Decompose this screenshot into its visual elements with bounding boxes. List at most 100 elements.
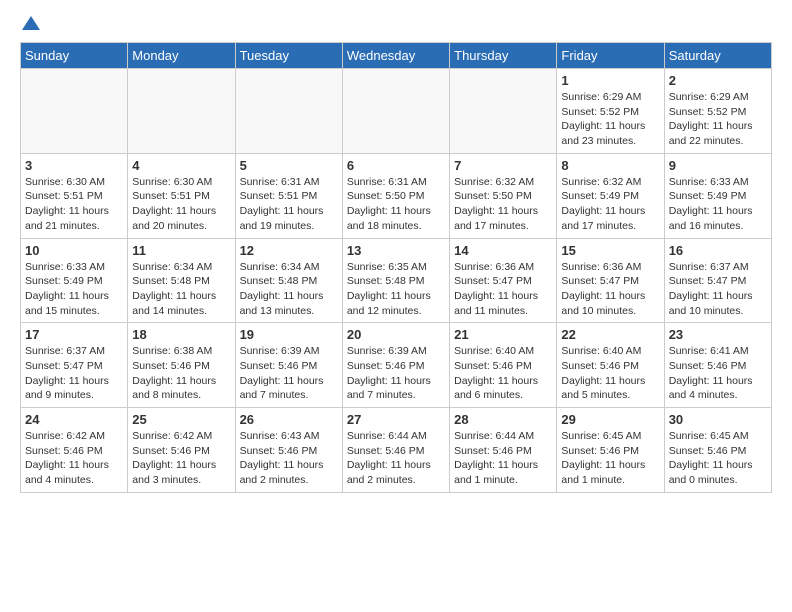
day-number: 26 <box>240 412 338 427</box>
weekday-header-tuesday: Tuesday <box>235 43 342 69</box>
calendar-cell: 16 Sunrise: 6:37 AMSunset: 5:47 PMDayligh… <box>664 238 771 323</box>
day-info: Sunrise: 6:36 AMSunset: 5:47 PMDaylight:… <box>454 260 552 319</box>
calendar-cell: 20Sunrise: 6:39 AMSunset: 5:46 PMDayligh… <box>342 323 449 408</box>
calendar-cell: 24 Sunrise: 6:42 AMSunset: 5:46 PMDayligh… <box>21 408 128 493</box>
day-number: 18 <box>132 327 230 342</box>
day-number: 2 <box>669 73 767 88</box>
day-number: 11 <box>132 243 230 258</box>
calendar-cell: 25 Sunrise: 6:42 AMSunset: 5:46 PMDayligh… <box>128 408 235 493</box>
day-info: Sunrise: 6:45 AMSunset: 5:46 PMDaylight:… <box>669 429 767 488</box>
day-number: 22 <box>561 327 659 342</box>
day-info: Sunrise: 6:30 AMSunset: 5:51 PMDaylight:… <box>132 175 230 234</box>
weekday-header-friday: Friday <box>557 43 664 69</box>
calendar-cell: 4Sunrise: 6:30 AMSunset: 5:51 PMDaylight… <box>128 153 235 238</box>
day-number: 9 <box>669 158 767 173</box>
calendar-cell <box>342 69 449 154</box>
calendar-cell: 29 Sunrise: 6:45 AMSunset: 5:46 PMDayligh… <box>557 408 664 493</box>
day-number: 27 <box>347 412 445 427</box>
calendar-cell: 2 Sunrise: 6:29 AMSunset: 5:52 PMDaylight… <box>664 69 771 154</box>
calendar-cell: 8 Sunrise: 6:32 AMSunset: 5:49 PMDaylight… <box>557 153 664 238</box>
logo <box>20 16 40 32</box>
day-info: Sunrise: 6:30 AMSunset: 5:51 PMDaylight:… <box>25 175 123 234</box>
day-info: Sunrise: 6:32 AMSunset: 5:49 PMDaylight:… <box>561 175 659 234</box>
day-number: 29 <box>561 412 659 427</box>
calendar-cell: 11Sunrise: 6:34 AMSunset: 5:48 PMDayligh… <box>128 238 235 323</box>
calendar-cell: 28 Sunrise: 6:44 AMSunset: 5:46 PMDayligh… <box>450 408 557 493</box>
day-number: 23 <box>669 327 767 342</box>
day-number: 3 <box>25 158 123 173</box>
day-number: 24 <box>25 412 123 427</box>
day-info: Sunrise: 6:29 AMSunset: 5:52 PMDaylight:… <box>669 90 767 149</box>
page: SundayMondayTuesdayWednesdayThursdayFrid… <box>0 0 792 503</box>
week-row-1: 1 Sunrise: 6:29 AMSunset: 5:52 PMDaylight… <box>21 69 772 154</box>
day-number: 12 <box>240 243 338 258</box>
calendar: SundayMondayTuesdayWednesdayThursdayFrid… <box>20 42 772 493</box>
day-info: Sunrise: 6:31 AMSunset: 5:51 PMDaylight:… <box>240 175 338 234</box>
calendar-cell: 19 Sunrise: 6:39 AMSunset: 5:46 PMDayligh… <box>235 323 342 408</box>
calendar-cell: 6Sunrise: 6:31 AMSunset: 5:50 PMDaylight… <box>342 153 449 238</box>
week-row-2: 3 Sunrise: 6:30 AMSunset: 5:51 PMDaylight… <box>21 153 772 238</box>
day-number: 25 <box>132 412 230 427</box>
calendar-cell <box>128 69 235 154</box>
day-number: 17 <box>25 327 123 342</box>
day-info: Sunrise: 6:38 AMSunset: 5:46 PMDaylight:… <box>132 344 230 403</box>
day-number: 14 <box>454 243 552 258</box>
calendar-cell: 17 Sunrise: 6:37 AMSunset: 5:47 PMDayligh… <box>21 323 128 408</box>
calendar-cell <box>450 69 557 154</box>
day-number: 20 <box>347 327 445 342</box>
weekday-header-monday: Monday <box>128 43 235 69</box>
day-number: 15 <box>561 243 659 258</box>
calendar-cell: 18 Sunrise: 6:38 AMSunset: 5:46 PMDayligh… <box>128 323 235 408</box>
day-number: 16 <box>669 243 767 258</box>
day-number: 30 <box>669 412 767 427</box>
calendar-cell: 9 Sunrise: 6:33 AMSunset: 5:49 PMDaylight… <box>664 153 771 238</box>
calendar-cell: 30 Sunrise: 6:45 AMSunset: 5:46 PMDayligh… <box>664 408 771 493</box>
calendar-cell: 7Sunrise: 6:32 AMSunset: 5:50 PMDaylight… <box>450 153 557 238</box>
day-info: Sunrise: 6:33 AMSunset: 5:49 PMDaylight:… <box>25 260 123 319</box>
calendar-cell: 12 Sunrise: 6:34 AMSunset: 5:48 PMDayligh… <box>235 238 342 323</box>
calendar-cell: 1 Sunrise: 6:29 AMSunset: 5:52 PMDaylight… <box>557 69 664 154</box>
weekday-header-thursday: Thursday <box>450 43 557 69</box>
day-info: Sunrise: 6:37 AMSunset: 5:47 PMDaylight:… <box>25 344 123 403</box>
day-number: 8 <box>561 158 659 173</box>
day-info: Sunrise: 6:44 AMSunset: 5:46 PMDaylight:… <box>454 429 552 488</box>
day-info: Sunrise: 6:45 AMSunset: 5:46 PMDaylight:… <box>561 429 659 488</box>
day-info: Sunrise: 6:40 AMSunset: 5:46 PMDaylight:… <box>561 344 659 403</box>
weekday-header-wednesday: Wednesday <box>342 43 449 69</box>
day-info: Sunrise: 6:39 AMSunset: 5:46 PMDaylight:… <box>240 344 338 403</box>
day-info: Sunrise: 6:43 AMSunset: 5:46 PMDaylight:… <box>240 429 338 488</box>
calendar-cell: 13 Sunrise: 6:35 AMSunset: 5:48 PMDayligh… <box>342 238 449 323</box>
day-info: Sunrise: 6:29 AMSunset: 5:52 PMDaylight:… <box>561 90 659 149</box>
calendar-cell <box>21 69 128 154</box>
logo-icon <box>22 14 40 32</box>
day-info: Sunrise: 6:33 AMSunset: 5:49 PMDaylight:… <box>669 175 767 234</box>
week-row-4: 17 Sunrise: 6:37 AMSunset: 5:47 PMDayligh… <box>21 323 772 408</box>
calendar-cell: 26 Sunrise: 6:43 AMSunset: 5:46 PMDayligh… <box>235 408 342 493</box>
day-number: 28 <box>454 412 552 427</box>
calendar-cell: 21Sunrise: 6:40 AMSunset: 5:46 PMDayligh… <box>450 323 557 408</box>
day-number: 5 <box>240 158 338 173</box>
day-info: Sunrise: 6:32 AMSunset: 5:50 PMDaylight:… <box>454 175 552 234</box>
calendar-cell <box>235 69 342 154</box>
calendar-cell: 27 Sunrise: 6:44 AMSunset: 5:46 PMDayligh… <box>342 408 449 493</box>
calendar-cell: 15 Sunrise: 6:36 AMSunset: 5:47 PMDayligh… <box>557 238 664 323</box>
day-info: Sunrise: 6:37 AMSunset: 5:47 PMDaylight:… <box>669 260 767 319</box>
calendar-cell: 14 Sunrise: 6:36 AMSunset: 5:47 PMDayligh… <box>450 238 557 323</box>
day-info: Sunrise: 6:42 AMSunset: 5:46 PMDaylight:… <box>132 429 230 488</box>
day-info: Sunrise: 6:34 AMSunset: 5:48 PMDaylight:… <box>240 260 338 319</box>
day-info: Sunrise: 6:40 AMSunset: 5:46 PMDaylight:… <box>454 344 552 403</box>
calendar-cell: 22 Sunrise: 6:40 AMSunset: 5:46 PMDayligh… <box>557 323 664 408</box>
calendar-cell: 23Sunrise: 6:41 AMSunset: 5:46 PMDayligh… <box>664 323 771 408</box>
header <box>20 16 772 32</box>
day-info: Sunrise: 6:42 AMSunset: 5:46 PMDaylight:… <box>25 429 123 488</box>
day-info: Sunrise: 6:35 AMSunset: 5:48 PMDaylight:… <box>347 260 445 319</box>
weekday-header-saturday: Saturday <box>664 43 771 69</box>
day-info: Sunrise: 6:36 AMSunset: 5:47 PMDaylight:… <box>561 260 659 319</box>
day-info: Sunrise: 6:31 AMSunset: 5:50 PMDaylight:… <box>347 175 445 234</box>
day-number: 1 <box>561 73 659 88</box>
week-row-5: 24 Sunrise: 6:42 AMSunset: 5:46 PMDayligh… <box>21 408 772 493</box>
day-info: Sunrise: 6:44 AMSunset: 5:46 PMDaylight:… <box>347 429 445 488</box>
day-number: 13 <box>347 243 445 258</box>
day-number: 19 <box>240 327 338 342</box>
week-row-3: 10Sunrise: 6:33 AMSunset: 5:49 PMDayligh… <box>21 238 772 323</box>
